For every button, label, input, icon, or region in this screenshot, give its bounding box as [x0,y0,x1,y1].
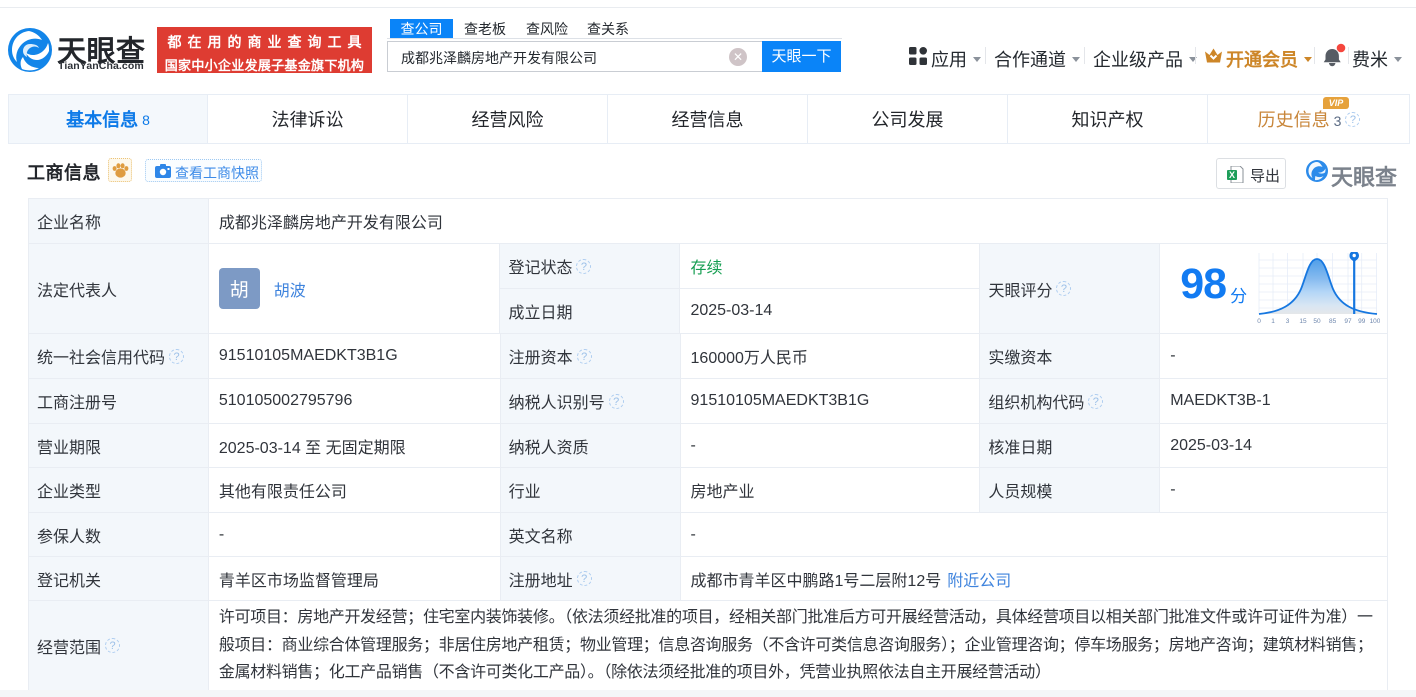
svg-text:50: 50 [1314,318,1322,325]
svg-text:15: 15 [1300,318,1308,325]
svg-text:100: 100 [1370,318,1380,325]
svg-text:0: 0 [1257,318,1261,325]
svg-text:99: 99 [1358,318,1366,325]
svg-text:97: 97 [1345,318,1353,325]
svg-text:X: X [1229,170,1235,180]
svg-text:85: 85 [1329,318,1337,325]
svg-text:3: 3 [1286,318,1290,325]
svg-text:1: 1 [1271,318,1275,325]
